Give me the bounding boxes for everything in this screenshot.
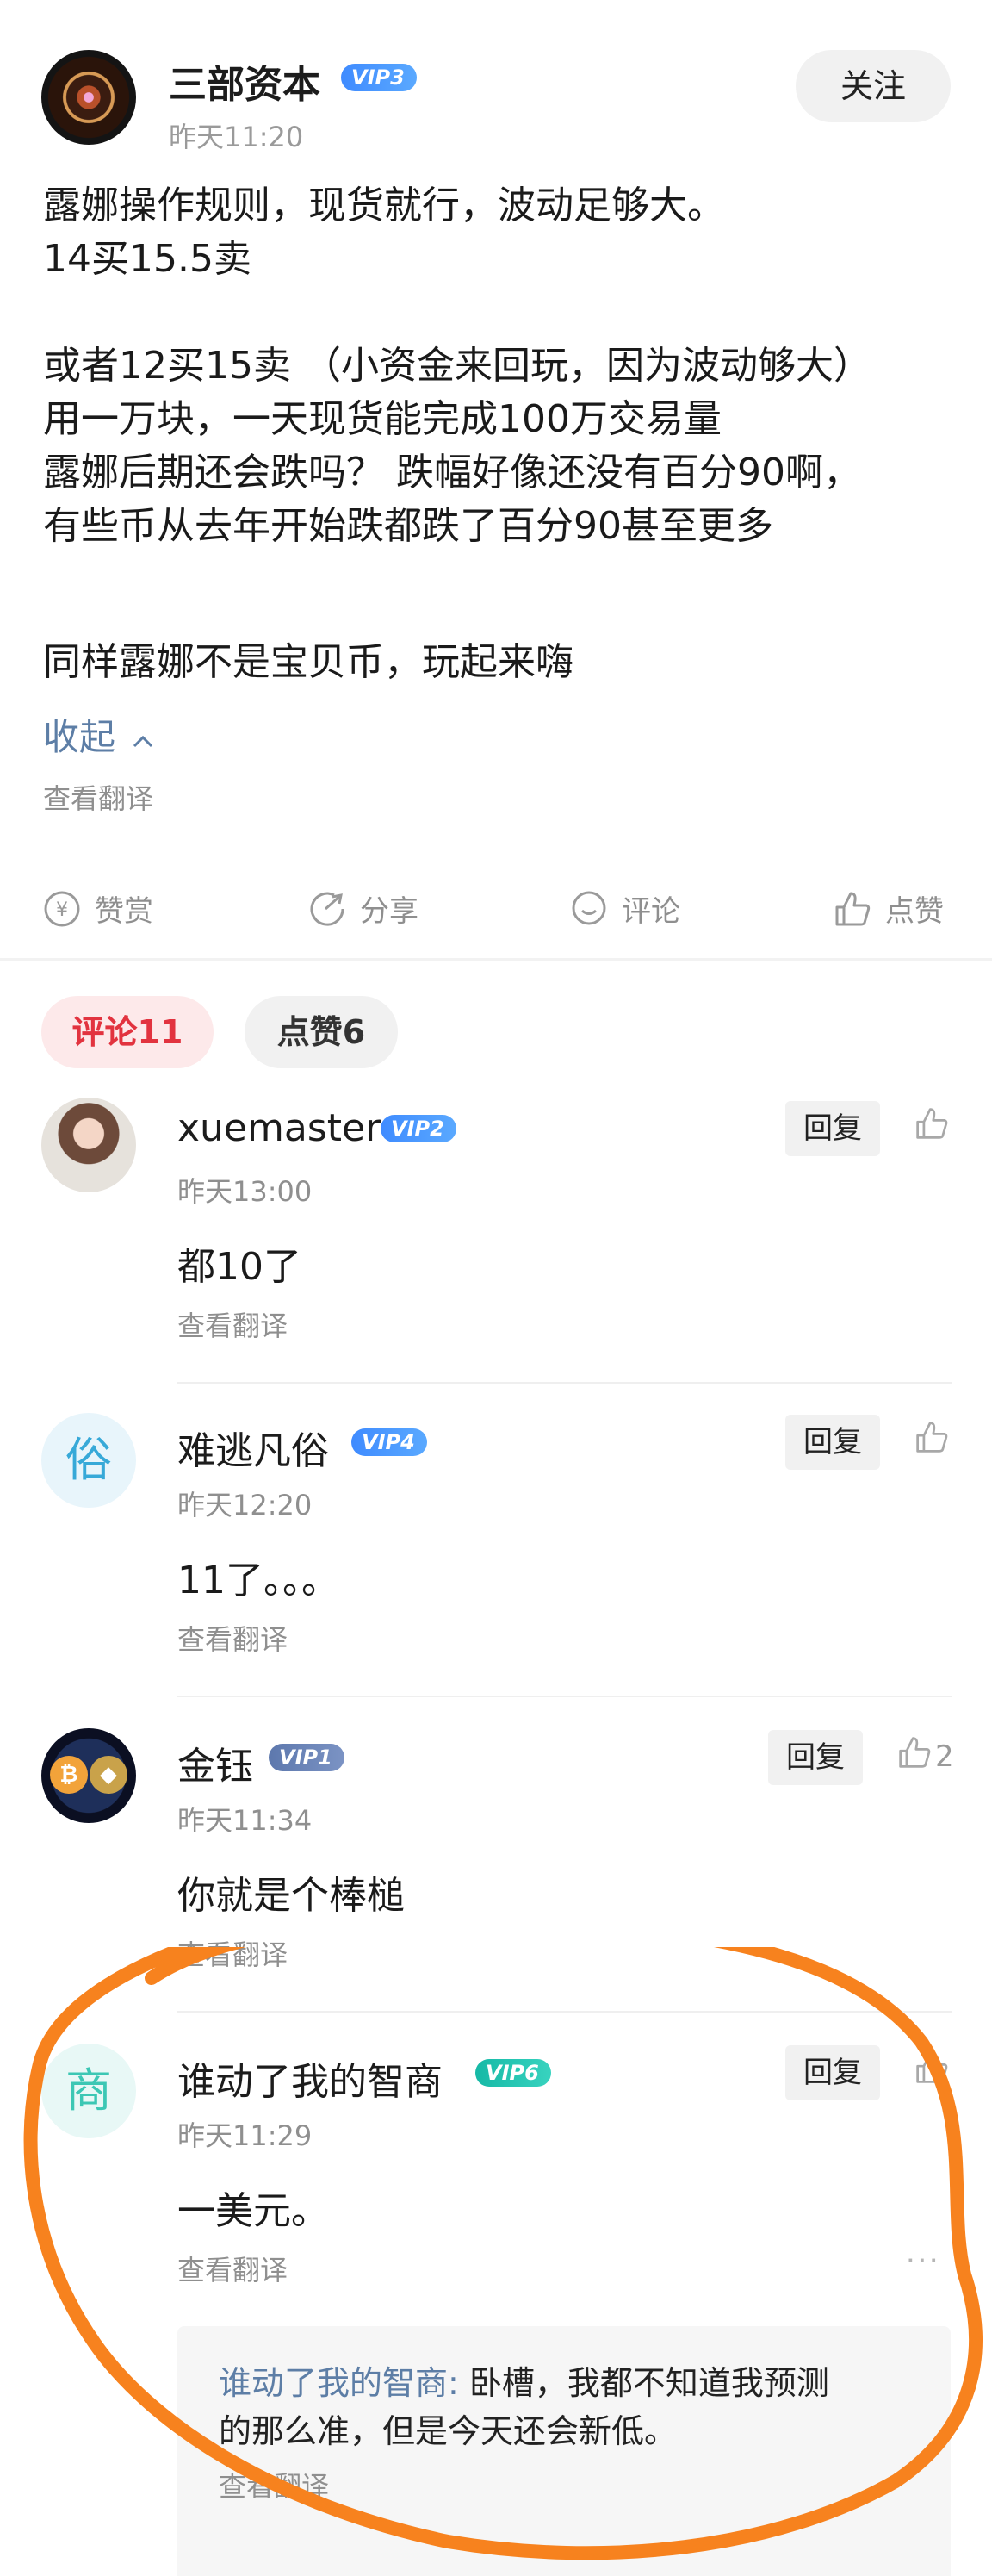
reply-button[interactable]: 回复 [768,1730,863,1785]
avatar[interactable] [41,1098,136,1192]
comment-text: 一美元。 [177,2189,329,2233]
post-line: 同样露娜不是宝贝币，玩起来嗨 [43,640,574,684]
author-vip-badge: VIP3 [341,64,417,91]
like-label: 点赞 [885,894,944,929]
vip-badge: VIP4 [351,1428,427,1456]
more-dots-icon[interactable]: ··· [906,2243,940,2279]
sub-reply-author[interactable]: 谁动了我的智商 [219,2364,448,2402]
translate-link[interactable]: 查看翻译 [177,1933,288,1973]
avatar[interactable]: 商 [41,2044,136,2138]
vip-badge: VIP6 [475,2059,551,2087]
comment-like-button[interactable] [914,1106,949,1148]
comment-time: 昨天12:20 [177,1489,313,1521]
thumbs-up-icon [834,890,871,928]
thumbs-up-icon [914,1106,949,1148]
sub-reply[interactable]: 谁动了我的智商: 卧槽，我都不知道我预测 的那么准，但是今天还会新低。 查看翻译 [177,2326,951,2576]
comment-time: 昨天11:29 [177,2119,313,2152]
post-line: 14买15.5卖 [43,237,251,281]
section-divider [0,958,992,961]
share-button[interactable]: 分享 [308,887,418,930]
reply-button[interactable]: 回复 [785,1415,880,1470]
reply-button[interactable]: 回复 [785,2045,880,2100]
avatar[interactable]: ₿ ◆ [41,1728,136,1823]
comment-author[interactable]: 谁动了我的智商 [177,2050,443,2106]
sub-reply-separator: : [448,2364,459,2402]
like-button[interactable]: 点赞 [834,887,944,930]
sub-reply-text-2: 的那么准，但是今天还会新低。 [219,2412,678,2450]
post-line: 用一万块，一天现货能完成100万交易量 [43,397,722,441]
comment-divider [177,1696,952,1697]
author-name[interactable]: 三部资本 [169,53,320,109]
comment-button[interactable]: 评论 [570,887,680,930]
translate-link[interactable]: 查看翻译 [219,2462,909,2511]
bitcoin-icon: ₿ [50,1756,88,1794]
translate-link[interactable]: 查看翻译 [177,1618,288,1658]
share-label: 分享 [360,894,418,929]
comment-divider [177,1382,952,1384]
thumbs-up-icon [914,2050,949,2093]
chevron-up-icon [132,726,154,756]
ethereum-icon: ◆ [90,1756,127,1794]
post-time: 昨天11:20 [169,121,304,153]
post-line: 露娜操作规则，现货就行，波动足够大。 [43,184,725,227]
comment-author[interactable]: xuemaster [177,1106,381,1150]
follow-button[interactable]: 关注 [796,50,951,122]
comment-like-button[interactable]: 2 [897,1735,954,1777]
author-avatar[interactable] [41,50,136,145]
comment-bubble-icon [570,890,608,928]
avatar[interactable]: 俗 [41,1413,136,1508]
translate-link[interactable]: 查看翻译 [177,2249,288,2288]
thumbs-up-icon [897,1735,932,1777]
post-line: 有些币从去年开始跌都跌了百分90甚至更多 [43,504,773,548]
post-line: 露娜后期还会跌吗？ 跌幅好像还没有百分90啊， [43,451,861,495]
comment-label: 评论 [622,894,680,929]
comment-text: 都10了 [177,1245,301,1289]
comment-like-button[interactable] [914,2050,949,2093]
post-line: 或者12买15卖 （小资金来回玩，因为波动够大） [43,344,871,388]
comment-text: 11了。。。 [177,1559,339,1602]
comment-author[interactable]: 金钰 [177,1735,253,1790]
translate-link[interactable]: 查看翻译 [43,777,153,817]
translate-link[interactable]: 查看翻译 [177,1304,288,1344]
like-count: 2 [935,1739,954,1774]
comment-text: 你就是个棒槌 [177,1874,405,1918]
reward-label: 赞赏 [95,894,153,929]
comment-time: 昨天13:00 [177,1175,313,1208]
sub-reply-text: 卧槽，我都不知道我预测 [458,2364,829,2402]
comment-time: 昨天11:34 [177,1804,313,1837]
yen-coin-icon: ¥ [43,890,81,928]
reward-button[interactable]: ¥ 赞赏 [43,887,153,930]
svg-text:¥: ¥ [56,899,68,921]
vip-badge: VIP2 [381,1115,456,1142]
comment-author[interactable]: 难逃凡俗 [177,1420,329,1475]
comment-divider [177,2011,952,2013]
collapse-link[interactable]: 收起 [43,708,154,761]
collapse-label: 收起 [43,716,116,758]
post-content: 露娜操作规则，现货就行，波动足够大。 14买15.5卖 或者12买15卖 （小资… [43,179,956,689]
reply-button[interactable]: 回复 [785,1101,880,1156]
tab-comments[interactable]: 评论11 [41,996,214,1068]
comment-like-button[interactable] [914,1420,949,1462]
thumbs-up-icon [914,1420,949,1462]
share-icon [308,890,346,928]
tab-likes[interactable]: 点赞6 [245,996,398,1068]
vip-badge: VIP1 [269,1744,344,1771]
